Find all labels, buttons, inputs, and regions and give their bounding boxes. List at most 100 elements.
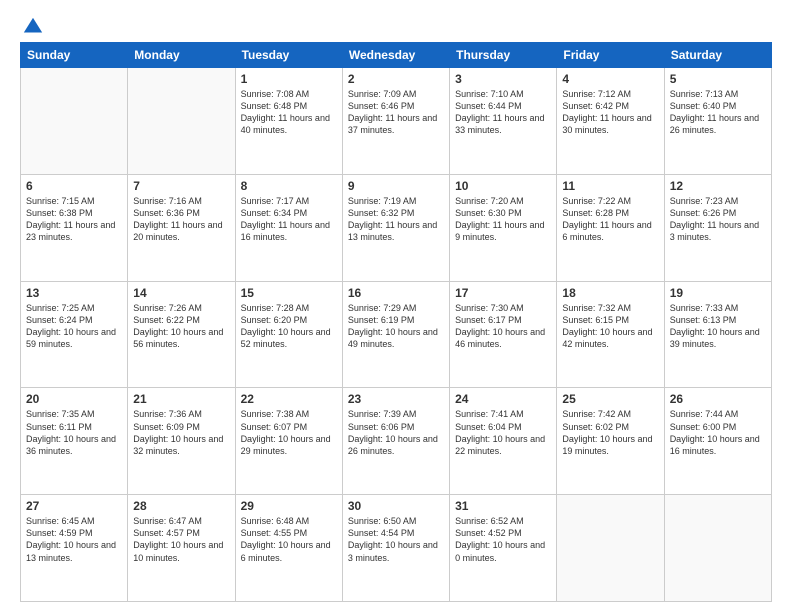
col-header-wednesday: Wednesday [342,43,449,68]
cell-info: Sunrise: 6:48 AMSunset: 4:55 PMDaylight:… [241,515,337,564]
cell-info: Sunrise: 7:22 AMSunset: 6:28 PMDaylight:… [562,195,658,244]
col-header-monday: Monday [128,43,235,68]
calendar-cell [557,495,664,602]
cell-info: Sunrise: 7:38 AMSunset: 6:07 PMDaylight:… [241,408,337,457]
calendar-cell: 26 Sunrise: 7:44 AMSunset: 6:00 PMDayligh… [664,388,771,495]
day-number: 27 [26,499,122,513]
day-number: 28 [133,499,229,513]
calendar-cell: 24Sunrise: 7:41 AMSunset: 6:04 PMDayligh… [450,388,557,495]
day-number: 19 [670,286,766,300]
calendar-cell: 22 Sunrise: 7:38 AMSunset: 6:07 PMDayligh… [235,388,342,495]
col-header-sunday: Sunday [21,43,128,68]
calendar-cell: 3Sunrise: 7:10 AMSunset: 6:44 PMDaylight… [450,68,557,175]
day-number: 31 [455,499,551,513]
cell-info: Sunrise: 7:12 AMSunset: 6:42 PMDaylight:… [562,88,658,137]
cell-info: Sunrise: 7:09 AMSunset: 6:46 PMDaylight:… [348,88,444,137]
calendar-cell: 7 Sunrise: 7:16 AMSunset: 6:36 PMDaylight… [128,174,235,281]
cell-info: Sunrise: 7:30 AMSunset: 6:17 PMDaylight:… [455,302,551,351]
day-number: 25 [562,392,658,406]
calendar-cell: 25 Sunrise: 7:42 AMSunset: 6:02 PMDayligh… [557,388,664,495]
week-row-0: 1 Sunrise: 7:08 AMSunset: 6:48 PMDaylight… [21,68,772,175]
cell-info: Sunrise: 7:08 AMSunset: 6:48 PMDaylight:… [241,88,337,137]
calendar-cell: 1 Sunrise: 7:08 AMSunset: 6:48 PMDaylight… [235,68,342,175]
cell-info: Sunrise: 7:25 AMSunset: 6:24 PMDaylight:… [26,302,122,351]
day-number: 17 [455,286,551,300]
col-header-friday: Friday [557,43,664,68]
week-row-4: 27 Sunrise: 6:45 AMSunset: 4:59 PMDayligh… [21,495,772,602]
calendar-cell: 16 Sunrise: 7:29 AMSunset: 6:19 PMDayligh… [342,281,449,388]
day-number: 20 [26,392,122,406]
cell-info: Sunrise: 6:47 AMSunset: 4:57 PMDaylight:… [133,515,229,564]
day-number: 5 [670,72,766,86]
day-number: 24 [455,392,551,406]
day-number: 26 [670,392,766,406]
calendar-cell: 11 Sunrise: 7:22 AMSunset: 6:28 PMDayligh… [557,174,664,281]
cell-info: Sunrise: 7:17 AMSunset: 6:34 PMDaylight:… [241,195,337,244]
calendar-cell: 17 Sunrise: 7:30 AMSunset: 6:17 PMDayligh… [450,281,557,388]
day-number: 12 [670,179,766,193]
calendar-cell: 5 Sunrise: 7:13 AMSunset: 6:40 PMDaylight… [664,68,771,175]
cell-info: Sunrise: 7:42 AMSunset: 6:02 PMDaylight:… [562,408,658,457]
cell-info: Sunrise: 7:33 AMSunset: 6:13 PMDaylight:… [670,302,766,351]
cell-info: Sunrise: 7:32 AMSunset: 6:15 PMDaylight:… [562,302,658,351]
calendar-cell: 13 Sunrise: 7:25 AMSunset: 6:24 PMDayligh… [21,281,128,388]
calendar-cell: 29 Sunrise: 6:48 AMSunset: 4:55 PMDayligh… [235,495,342,602]
day-number: 9 [348,179,444,193]
calendar-cell: 10 Sunrise: 7:20 AMSunset: 6:30 PMDayligh… [450,174,557,281]
calendar-table: SundayMondayTuesdayWednesdayThursdayFrid… [20,42,772,602]
calendar-cell: 20 Sunrise: 7:35 AMSunset: 6:11 PMDayligh… [21,388,128,495]
col-header-thursday: Thursday [450,43,557,68]
calendar-cell: 15 Sunrise: 7:28 AMSunset: 6:20 PMDayligh… [235,281,342,388]
calendar-cell [21,68,128,175]
day-number: 8 [241,179,337,193]
calendar-cell: 27 Sunrise: 6:45 AMSunset: 4:59 PMDayligh… [21,495,128,602]
cell-info: Sunrise: 7:15 AMSunset: 6:38 PMDaylight:… [26,195,122,244]
calendar-cell: 12 Sunrise: 7:23 AMSunset: 6:26 PMDayligh… [664,174,771,281]
col-header-tuesday: Tuesday [235,43,342,68]
cell-info: Sunrise: 6:50 AMSunset: 4:54 PMDaylight:… [348,515,444,564]
cell-info: Sunrise: 7:29 AMSunset: 6:19 PMDaylight:… [348,302,444,351]
day-number: 2 [348,72,444,86]
calendar-cell: 30 Sunrise: 6:50 AMSunset: 4:54 PMDayligh… [342,495,449,602]
cell-info: Sunrise: 7:23 AMSunset: 6:26 PMDaylight:… [670,195,766,244]
cell-info: Sunrise: 6:45 AMSunset: 4:59 PMDaylight:… [26,515,122,564]
cell-info: Sunrise: 7:13 AMSunset: 6:40 PMDaylight:… [670,88,766,137]
day-number: 22 [241,392,337,406]
day-number: 11 [562,179,658,193]
day-number: 10 [455,179,551,193]
day-number: 6 [26,179,122,193]
cell-info: Sunrise: 6:52 AMSunset: 4:52 PMDaylight:… [455,515,551,564]
calendar-cell: 6 Sunrise: 7:15 AMSunset: 6:38 PMDaylight… [21,174,128,281]
cell-info: Sunrise: 7:16 AMSunset: 6:36 PMDaylight:… [133,195,229,244]
cell-info: Sunrise: 7:28 AMSunset: 6:20 PMDaylight:… [241,302,337,351]
day-number: 15 [241,286,337,300]
day-number: 30 [348,499,444,513]
calendar-cell: 21 Sunrise: 7:36 AMSunset: 6:09 PMDayligh… [128,388,235,495]
cell-info: Sunrise: 7:26 AMSunset: 6:22 PMDaylight:… [133,302,229,351]
calendar-cell: 9 Sunrise: 7:19 AMSunset: 6:32 PMDaylight… [342,174,449,281]
cell-info: Sunrise: 7:36 AMSunset: 6:09 PMDaylight:… [133,408,229,457]
cell-info: Sunrise: 7:35 AMSunset: 6:11 PMDaylight:… [26,408,122,457]
calendar-cell: 19 Sunrise: 7:33 AMSunset: 6:13 PMDayligh… [664,281,771,388]
cell-info: Sunrise: 7:20 AMSunset: 6:30 PMDaylight:… [455,195,551,244]
cell-info: Sunrise: 7:44 AMSunset: 6:00 PMDaylight:… [670,408,766,457]
day-number: 7 [133,179,229,193]
logo-icon [22,16,44,38]
day-number: 29 [241,499,337,513]
calendar-cell: 4 Sunrise: 7:12 AMSunset: 6:42 PMDaylight… [557,68,664,175]
header [20,16,772,34]
calendar-cell: 28 Sunrise: 6:47 AMSunset: 4:57 PMDayligh… [128,495,235,602]
day-number: 3 [455,72,551,86]
cell-info: Sunrise: 7:19 AMSunset: 6:32 PMDaylight:… [348,195,444,244]
week-row-3: 20 Sunrise: 7:35 AMSunset: 6:11 PMDayligh… [21,388,772,495]
col-header-saturday: Saturday [664,43,771,68]
calendar-header-row: SundayMondayTuesdayWednesdayThursdayFrid… [21,43,772,68]
day-number: 18 [562,286,658,300]
calendar-cell: 8 Sunrise: 7:17 AMSunset: 6:34 PMDaylight… [235,174,342,281]
day-number: 21 [133,392,229,406]
day-number: 13 [26,286,122,300]
day-number: 1 [241,72,337,86]
calendar-cell: 31 Sunrise: 6:52 AMSunset: 4:52 PMDayligh… [450,495,557,602]
day-number: 16 [348,286,444,300]
day-number: 4 [562,72,658,86]
